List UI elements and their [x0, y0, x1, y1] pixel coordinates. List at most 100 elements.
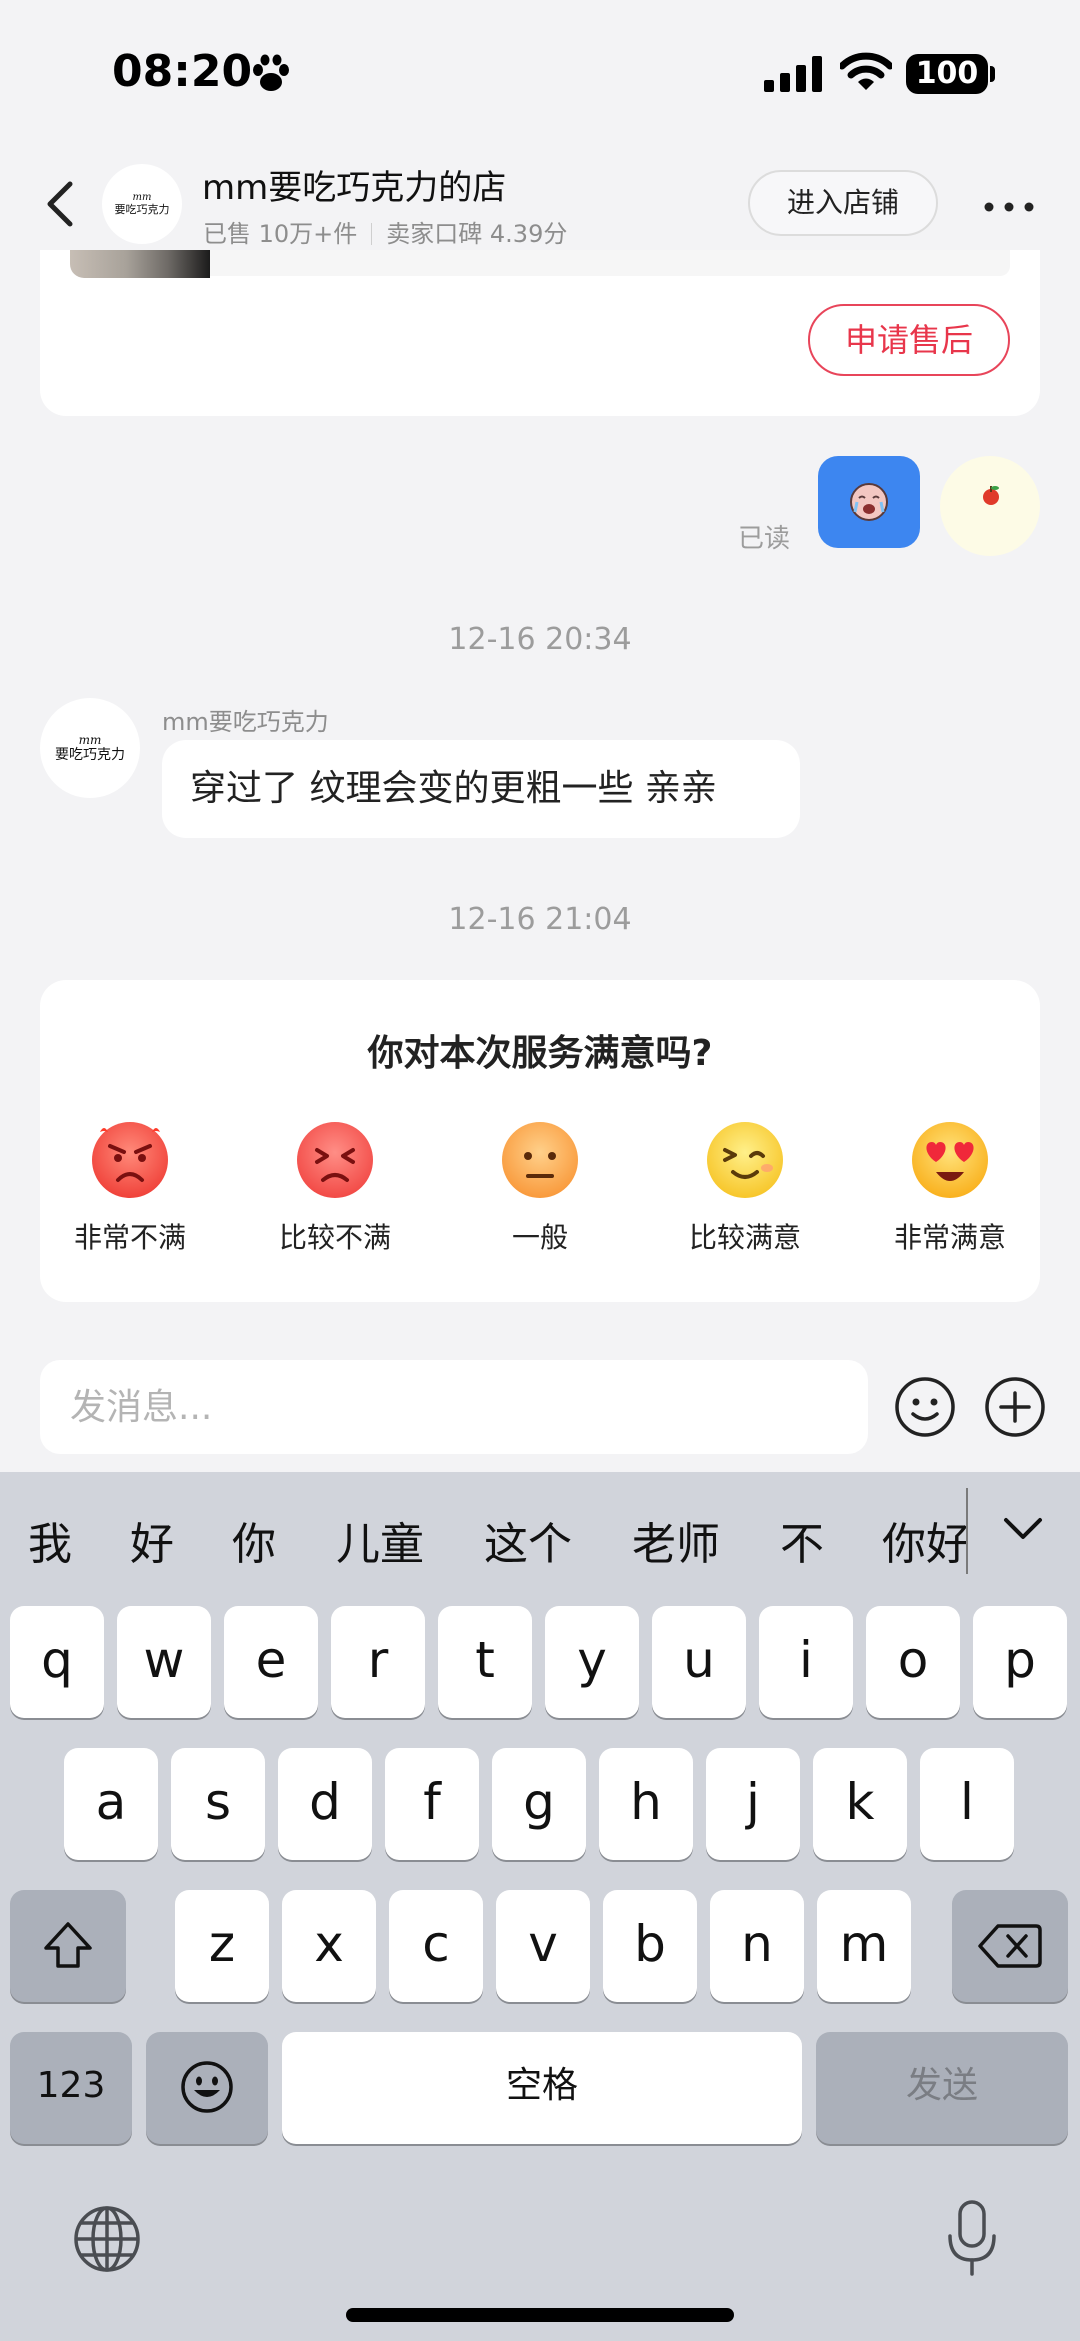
- survey-title: 你对本次服务满意吗?: [367, 1033, 713, 1074]
- chevron-down-icon[interactable]: [1002, 1516, 1044, 1542]
- rating-very-dissatisfied[interactable]: 非常不满: [50, 1120, 210, 1260]
- rating-very-satisfied[interactable]: 非常满意: [870, 1120, 1030, 1260]
- suggestion[interactable]: 我: [28, 1508, 72, 1572]
- key-j[interactable]: j: [706, 1748, 800, 1860]
- delete-key[interactable]: [952, 1890, 1068, 2002]
- key-a[interactable]: a: [64, 1748, 158, 1860]
- microphone-icon[interactable]: [946, 2198, 998, 2278]
- rating-satisfied[interactable]: 比较满意: [665, 1120, 825, 1260]
- suggestion[interactable]: 好: [130, 1508, 174, 1572]
- apply-after-sale-button[interactable]: 申请售后: [808, 304, 1010, 376]
- timestamp: 12-16 20:34: [448, 622, 632, 657]
- battery-icon: 100: [906, 54, 988, 94]
- divider: [371, 223, 373, 245]
- avatar-text: mm: [78, 732, 102, 747]
- rating-neutral[interactable]: 一般: [460, 1120, 620, 1260]
- suggestion[interactable]: 不: [780, 1508, 824, 1572]
- key-q[interactable]: q: [10, 1606, 104, 1718]
- status-time: 08:20: [112, 46, 253, 97]
- wifi-icon: [840, 52, 892, 90]
- shop-name: mm要吃巧克力的店: [202, 168, 507, 208]
- avatar-text: mm: [132, 192, 152, 203]
- shift-key[interactable]: [10, 1890, 126, 2002]
- home-indicator[interactable]: [346, 2308, 734, 2322]
- crying-sticker-icon: [850, 483, 888, 521]
- rating-dissatisfied[interactable]: 比较不满: [255, 1120, 415, 1260]
- avatar-text: 要吃巧克力: [114, 203, 170, 216]
- key-g[interactable]: g: [492, 1748, 586, 1860]
- key-y[interactable]: y: [545, 1606, 639, 1718]
- neutral-face-icon: [502, 1122, 578, 1198]
- key-i[interactable]: i: [759, 1606, 853, 1718]
- emoji-key[interactable]: [146, 2032, 268, 2144]
- key-n[interactable]: n: [710, 1890, 804, 2002]
- apple-icon: [983, 486, 999, 505]
- suggestion[interactable]: 这个: [484, 1508, 572, 1572]
- suggestion[interactable]: 老师: [632, 1508, 720, 1572]
- key-s[interactable]: s: [171, 1748, 265, 1860]
- space-key[interactable]: 空格: [282, 2032, 802, 2144]
- plus-icon[interactable]: [984, 1376, 1046, 1438]
- key-w[interactable]: w: [117, 1606, 211, 1718]
- incoming-message[interactable]: 穿过了 纹理会变的更粗一些 亲亲: [162, 740, 800, 838]
- chat-header: mm 要吃巧克力 mm要吃巧克力的店 已售 10万+件 卖家口碑 4.39分 进入…: [0, 140, 1080, 260]
- rating-label: 非常满意: [893, 1221, 1006, 1254]
- shift-icon: [44, 1922, 92, 1968]
- sold-count: 已售 10万+件: [203, 220, 358, 248]
- key-k[interactable]: k: [813, 1748, 907, 1860]
- enter-shop-button[interactable]: 进入店铺: [748, 170, 938, 236]
- satisfaction-survey-card: 你对本次服务满意吗? 非常不满 比较不满 一般 比较满意 非常满意: [40, 980, 1040, 1302]
- my-avatar[interactable]: [940, 456, 1040, 556]
- key-l[interactable]: l: [920, 1748, 1014, 1860]
- timestamp: 12-16 21:04: [448, 902, 632, 937]
- key-u[interactable]: u: [652, 1606, 746, 1718]
- key-b[interactable]: b: [603, 1890, 697, 2002]
- message-input[interactable]: [40, 1360, 868, 1454]
- emoji-icon[interactable]: [894, 1376, 956, 1438]
- globe-icon[interactable]: [72, 2204, 142, 2274]
- rating-label: 比较满意: [688, 1221, 801, 1254]
- key-z[interactable]: z: [175, 1890, 269, 2002]
- key-p[interactable]: p: [973, 1606, 1067, 1718]
- very-satisfied-face-icon: [912, 1122, 988, 1198]
- key-f[interactable]: f: [385, 1748, 479, 1860]
- seller-rating: 卖家口碑 4.39分: [386, 220, 568, 248]
- key-c[interactable]: c: [389, 1890, 483, 2002]
- suggestion[interactable]: 你: [232, 1508, 276, 1572]
- cursor-divider: [966, 1488, 968, 1574]
- suggestion[interactable]: 儿童: [336, 1508, 424, 1572]
- key-e[interactable]: e: [224, 1606, 318, 1718]
- very-dissatisfied-face-icon: [92, 1122, 168, 1198]
- suggestion-bar: 我 好 你 儿童 这个 老师 不 你好: [0, 1472, 1080, 1592]
- keyboard: 我 好 你 儿童 这个 老师 不 你好 q w e r t y u i o p …: [0, 1472, 1080, 2341]
- key-d[interactable]: d: [278, 1748, 372, 1860]
- sticker-message[interactable]: [818, 456, 920, 548]
- numbers-key[interactable]: 123: [10, 2032, 132, 2144]
- seller-avatar[interactable]: mm 要吃巧克力: [40, 698, 140, 798]
- key-m[interactable]: m: [817, 1890, 911, 2002]
- key-r[interactable]: r: [331, 1606, 425, 1718]
- back-icon[interactable]: [40, 176, 80, 232]
- send-key[interactable]: 发送: [816, 2032, 1068, 2144]
- rating-label: 一般: [511, 1221, 568, 1254]
- suggestion[interactable]: 你好: [882, 1508, 966, 1572]
- more-icon[interactable]: [984, 202, 1034, 212]
- emoji-icon: [181, 2061, 233, 2113]
- key-o[interactable]: o: [866, 1606, 960, 1718]
- rating-label: 比较不满: [278, 1221, 391, 1254]
- battery-tip: [990, 66, 995, 82]
- sender-name: mm要吃巧克力: [162, 708, 329, 736]
- key-h[interactable]: h: [599, 1748, 693, 1860]
- key-v[interactable]: v: [496, 1890, 590, 2002]
- rating-label: 非常不满: [73, 1221, 186, 1254]
- key-t[interactable]: t: [438, 1606, 532, 1718]
- key-x[interactable]: x: [282, 1890, 376, 2002]
- shop-meta: 已售 10万+件 卖家口碑 4.39分: [203, 214, 567, 249]
- signal-icon: [764, 56, 822, 92]
- shop-avatar[interactable]: mm 要吃巧克力: [102, 164, 182, 244]
- avatar-text: 要吃巧克力: [55, 746, 125, 763]
- product-thumbnail[interactable]: [70, 250, 210, 278]
- order-product-strip[interactable]: [70, 250, 1010, 276]
- satisfied-face-icon: [707, 1122, 783, 1198]
- paw-icon: [253, 54, 289, 91]
